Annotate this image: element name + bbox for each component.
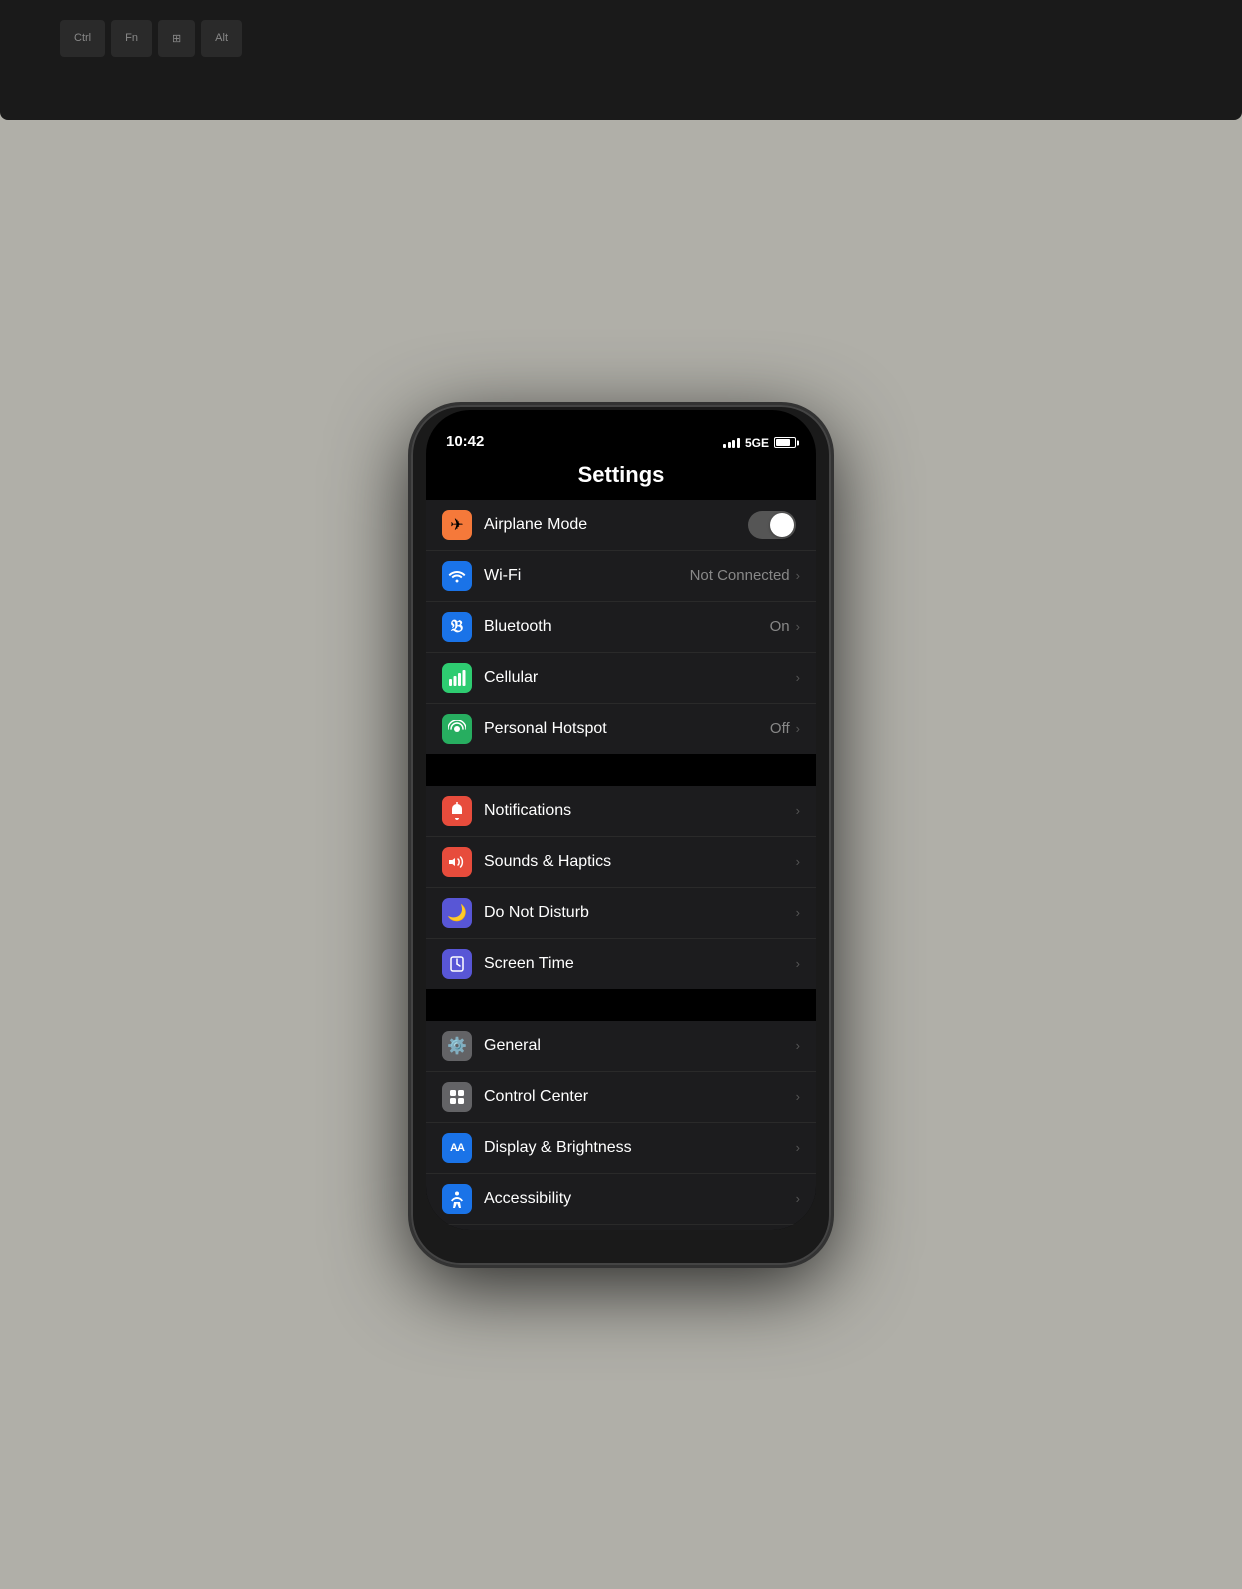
personal-hotspot-row[interactable]: Personal Hotspot Off › — [426, 704, 816, 754]
general-icon: ⚙️ — [442, 1031, 472, 1061]
sounds-chevron: › — [796, 854, 800, 869]
bluetooth-value: On — [770, 618, 790, 635]
key-ctrl: Ctrl — [60, 20, 105, 57]
phone-device: 10:42 5GE Settings ✈ Airplane — [411, 405, 831, 1265]
bluetooth-chevron: › — [796, 619, 800, 634]
accessibility-icon — [442, 1184, 472, 1214]
accessibility-label: Accessibility — [484, 1190, 796, 1208]
dnd-chevron: › — [796, 905, 800, 920]
hotspot-chevron: › — [796, 721, 800, 736]
status-time: 10:42 — [446, 433, 484, 450]
signal-bar-2 — [728, 442, 731, 448]
screen-time-icon — [442, 949, 472, 979]
cellular-label: Cellular — [484, 669, 796, 687]
do-not-disturb-label: Do Not Disturb — [484, 904, 796, 922]
battery-icon — [774, 437, 796, 448]
accessibility-row[interactable]: Accessibility › — [426, 1174, 816, 1225]
do-not-disturb-row[interactable]: 🌙 Do Not Disturb › — [426, 888, 816, 939]
accessibility-chevron: › — [796, 1191, 800, 1206]
sounds-haptics-row[interactable]: Sounds & Haptics › — [426, 837, 816, 888]
sounds-haptics-label: Sounds & Haptics — [484, 853, 796, 871]
screen-time-row[interactable]: Screen Time › — [426, 939, 816, 989]
display-chevron: › — [796, 1140, 800, 1155]
key-alt: Alt — [201, 20, 242, 57]
phone-screen: 10:42 5GE Settings ✈ Airplane — [426, 410, 816, 1230]
signal-bars — [723, 438, 740, 448]
screen-time-chevron: › — [796, 956, 800, 971]
connectivity-section: ✈ Airplane Mode Wi-Fi Not Connected › — [426, 500, 816, 754]
bluetooth-icon: 𝔅 — [442, 612, 472, 642]
wifi-label: Wi-Fi — [484, 567, 690, 585]
signal-bar-4 — [737, 438, 740, 448]
hotspot-icon — [442, 714, 472, 744]
control-center-chevron: › — [796, 1089, 800, 1104]
notifications-icon — [442, 796, 472, 826]
cellular-icon — [442, 663, 472, 693]
wallpaper-row[interactable]: Wallpaper › — [426, 1225, 816, 1230]
notifications-row[interactable]: Notifications › — [426, 786, 816, 837]
network-type: 5GE — [745, 436, 769, 450]
phone-notch — [546, 410, 696, 440]
display-icon: AA — [442, 1133, 472, 1163]
airplane-mode-icon: ✈ — [442, 510, 472, 540]
display-brightness-row[interactable]: AA Display & Brightness › — [426, 1123, 816, 1174]
battery-fill — [776, 439, 790, 446]
general-label: General — [484, 1037, 796, 1055]
key-fn: Fn — [111, 20, 152, 57]
airplane-mode-row[interactable]: ✈ Airplane Mode — [426, 500, 816, 551]
notifications-label: Notifications — [484, 802, 796, 820]
control-center-row[interactable]: Control Center › — [426, 1072, 816, 1123]
notifications-chevron: › — [796, 803, 800, 818]
airplane-mode-label: Airplane Mode — [484, 516, 748, 534]
settings-title: Settings — [426, 454, 816, 500]
wifi-icon — [442, 561, 472, 591]
general-chevron: › — [796, 1038, 800, 1053]
cellular-chevron: › — [796, 670, 800, 685]
wifi-chevron: › — [796, 568, 800, 583]
bluetooth-row[interactable]: 𝔅 Bluetooth On › — [426, 602, 816, 653]
cellular-row[interactable]: Cellular › — [426, 653, 816, 704]
signal-bar-3 — [732, 440, 735, 448]
bluetooth-label: Bluetooth — [484, 618, 770, 636]
dnd-icon: 🌙 — [442, 898, 472, 928]
airplane-mode-toggle[interactable] — [748, 511, 796, 539]
screen-time-label: Screen Time — [484, 955, 796, 973]
wifi-value: Not Connected — [690, 567, 790, 584]
status-right-icons: 5GE — [723, 436, 796, 450]
signal-bar-1 — [723, 444, 726, 448]
section-gap-2 — [426, 991, 816, 1021]
general-row[interactable]: ⚙️ General › — [426, 1021, 816, 1072]
sounds-icon — [442, 847, 472, 877]
wifi-row[interactable]: Wi-Fi Not Connected › — [426, 551, 816, 602]
section-gap-1 — [426, 756, 816, 786]
hotspot-value: Off — [770, 720, 790, 737]
notifications-section: Notifications › Sounds & Haptics › — [426, 786, 816, 989]
personal-hotspot-label: Personal Hotspot — [484, 720, 770, 738]
general-section: ⚙️ General › Control Center › — [426, 1021, 816, 1230]
keyboard: Ctrl Fn ⊞ Alt — [0, 0, 1242, 120]
control-center-label: Control Center — [484, 1088, 796, 1106]
display-brightness-label: Display & Brightness — [484, 1139, 796, 1157]
toggle-knob — [770, 513, 794, 537]
key-win: ⊞ — [158, 20, 195, 57]
control-center-icon — [442, 1082, 472, 1112]
